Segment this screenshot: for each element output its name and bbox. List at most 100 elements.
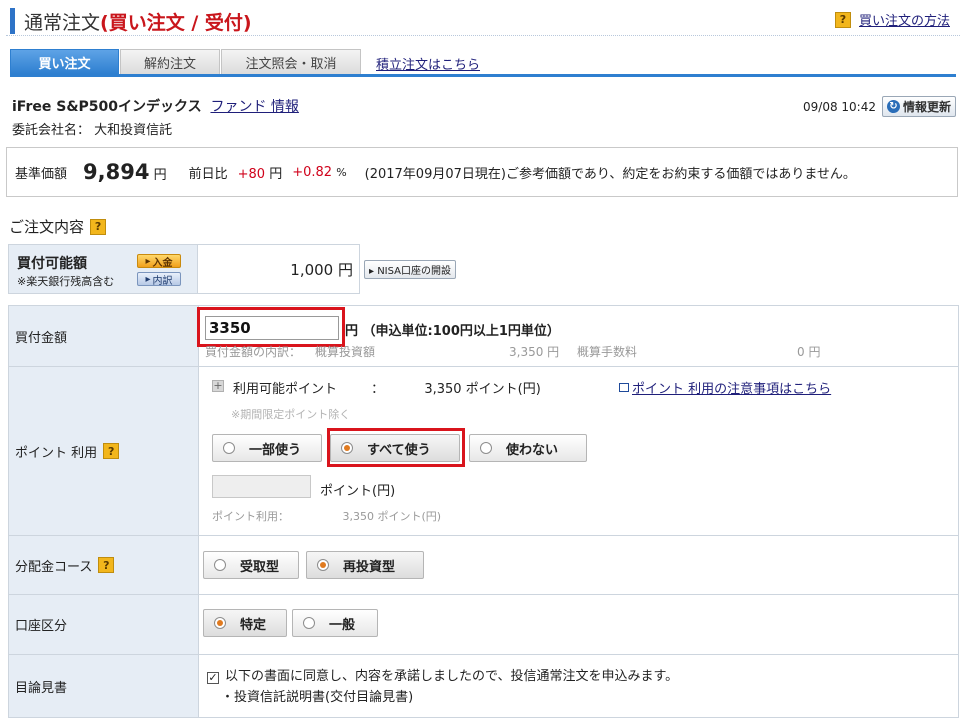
tab-buy-order[interactable]: 買い注文 — [10, 49, 119, 74]
points-option-partial-label: 一部使う — [249, 442, 302, 458]
prospectus-cell: ✓ 以下の書面に同意し、内容を承諾しましたので、投信通常注文を申込みます。 ・投資… — [199, 655, 958, 717]
radio-selected-icon — [214, 617, 226, 629]
refresh-button-label: 情報更新 — [902, 100, 951, 114]
page-title-bar: 通常注文(買い注文 / 受付) ? 買い注文の方法 — [6, 4, 960, 36]
refresh-icon: ↻ — [886, 100, 900, 113]
tab-cancel-order[interactable]: 解約注文 — [120, 49, 220, 74]
points-input-unit: ポイント(円) — [320, 484, 396, 499]
distribution-label: 分配金コース ? — [9, 536, 199, 594]
fund-info-link[interactable]: ファンド 情報 — [210, 99, 298, 115]
page-title-mode: (買い注文 / 受付) — [100, 12, 252, 34]
change-unit: 円 — [269, 166, 283, 182]
points-option-none[interactable]: 使わない — [469, 434, 587, 462]
arrow-right-icon: ▸ — [145, 255, 151, 267]
page-title: 通常注文(買い注文 / 受付) — [24, 8, 252, 35]
distribution-option-reinvest[interactable]: 再投資型 — [306, 551, 424, 579]
prospectus-label-text: 目論見書 — [15, 680, 68, 696]
prospectus-label: 目論見書 — [9, 655, 199, 717]
account-option-general-label: 一般 — [329, 617, 356, 633]
change-percent: +0.82 — [292, 164, 333, 180]
radio-icon — [303, 617, 315, 629]
points-note-link[interactable]: ポイント 利用の注意事項はこちら — [619, 378, 831, 397]
order-section-title: ご注文内容 — [9, 218, 85, 236]
nav-value: 9,894 — [83, 160, 150, 184]
external-window-icon — [619, 383, 629, 392]
deposit-button[interactable]: ▸ 入金 — [137, 254, 181, 269]
change-value: +80 — [237, 166, 266, 182]
question-icon[interactable]: ? — [103, 443, 120, 459]
arrow-right-icon: ▸ — [145, 273, 151, 285]
distribution-option-receive-label: 受取型 — [240, 559, 280, 575]
points-note-link-text[interactable]: ポイント 利用の注意事項はこちら — [632, 378, 831, 397]
amount-unit-note: 円 （申込単位:100円以上1円単位） — [345, 324, 560, 339]
fee-value: 0 円 — [797, 345, 821, 359]
available-amount-label-cell: 買付可能額 ※楽天銀行残高含む ▸ 入金 ▸ 内訳 — [8, 244, 198, 294]
breakdown-label: 買付金額の内訳： — [205, 345, 302, 359]
radio-icon — [480, 442, 492, 454]
account-option-specific[interactable]: 特定 — [203, 609, 287, 637]
change-label: 前日比 — [188, 166, 228, 182]
points-cell: + 利用可能ポイント ： 3,350 ポイント(円) ポイント 利用の注意事項は… — [199, 367, 958, 535]
invest-value: 3,350 円 — [509, 345, 560, 359]
amount-label: 買付金額 — [9, 306, 199, 366]
account-type-row: 口座区分 特定 一般 — [9, 595, 958, 655]
prospectus-agree-text: 以下の書面に同意し、内容を承諾しましたので、投信通常注文を申込みます。 — [225, 669, 679, 684]
prospectus-row: 目論見書 ✓ 以下の書面に同意し、内容を承諾しましたので、投信通常注文を申込みます… — [9, 655, 958, 717]
invest-label: 概算投資額 — [315, 345, 376, 359]
fund-name: iFree S&P500インデックス ファンド 情報 — [12, 96, 299, 116]
points-label: ポイント 利用 ? — [9, 367, 199, 535]
account-type-label-text: 口座区分 — [15, 619, 68, 634]
recurring-order-link[interactable]: 積立注文はこちら — [376, 54, 480, 73]
page-title-prefix: 通常注文 — [24, 12, 101, 34]
available-points-value: 3,350 ポイント(円) — [424, 382, 541, 397]
question-icon[interactable]: ? — [90, 218, 107, 235]
deposit-button-label: 入金 — [152, 257, 173, 269]
tab-order-inquiry[interactable]: 注文照会・取消 — [221, 49, 361, 74]
expand-plus-icon[interactable]: + — [212, 380, 224, 392]
available-amount-row: 買付可能額 ※楽天銀行残高含む ▸ 入金 ▸ 内訳 1,000 円 ▸ NISA口座… — [8, 244, 457, 294]
account-type-label: 口座区分 — [9, 595, 199, 654]
refresh-button[interactable]: ↻ 情報更新 — [881, 96, 956, 117]
title-accent-bar — [10, 8, 15, 34]
checkbox-checked-icon[interactable]: ✓ — [207, 672, 219, 684]
account-type-cell: 特定 一般 — [199, 595, 958, 654]
order-tabs: 買い注文 解約注文 注文照会・取消 積立注文はこちら — [10, 49, 956, 77]
nav-label: 基準価額 — [15, 166, 68, 182]
fund-company: 委託会社名： 大和投資信託 — [12, 123, 173, 138]
arrow-right-icon: ▸ — [369, 265, 378, 277]
radio-selected-icon — [341, 442, 353, 454]
amount-row: 買付金額 円 （申込単位:100円以上1円単位） 買付金額の内訳： 概算投資額 … — [9, 306, 958, 367]
points-option-none-label: 使わない — [506, 442, 559, 458]
distribution-cell: 受取型 再投資型 — [199, 536, 958, 594]
breakdown-button[interactable]: ▸ 内訳 — [137, 272, 181, 287]
amount-cell: 円 （申込単位:100円以上1円単位） 買付金額の内訳： 概算投資額 3,350… — [197, 306, 958, 366]
available-points-colon: ： — [371, 382, 385, 397]
order-section-heading: ご注文内容 ? — [9, 216, 107, 237]
nav-unit: 円 — [153, 168, 167, 183]
radio-icon — [214, 559, 226, 571]
nisa-open-button[interactable]: ▸ NISA口座の開設 — [364, 259, 457, 279]
radio-icon — [223, 442, 235, 454]
points-label-text: ポイント 利用 — [15, 445, 98, 461]
distribution-row: 分配金コース ? 受取型 再投資型 — [9, 536, 958, 595]
points-option-partial[interactable]: 一部使う — [212, 434, 322, 462]
account-option-general[interactable]: 一般 — [292, 609, 378, 637]
update-area: 09/08 10:42 ↻ 情報更新 — [803, 96, 956, 117]
points-usage: ポイント利用： 3,350 ポイント(円) — [212, 508, 441, 524]
question-icon[interactable]: ? — [98, 557, 115, 573]
distribution-option-receive[interactable]: 受取型 — [203, 551, 299, 579]
amount-input[interactable] — [205, 316, 339, 340]
distribution-label-text: 分配金コース — [15, 559, 93, 575]
points-option-all[interactable]: すべて使う — [330, 434, 460, 462]
prospectus-document: ・投資信託説明書(交付目論見書) — [221, 690, 414, 705]
points-exclude-note: ※期間限定ポイント除く — [231, 408, 351, 421]
available-amount-value: 1,000 円 — [198, 244, 360, 294]
nisa-open-button-label: NISA口座の開設 — [377, 265, 452, 277]
fee-label: 概算手数料 — [577, 345, 638, 359]
points-amount-input[interactable] — [212, 475, 311, 498]
points-option-all-label: すべて使う — [367, 442, 431, 458]
prospectus-agree[interactable]: ✓ 以下の書面に同意し、内容を承諾しましたので、投信通常注文を申込みます。 — [207, 665, 678, 684]
breakdown-button-label: 内訳 — [152, 275, 173, 287]
help-link-text[interactable]: 買い注文の方法 — [859, 10, 950, 29]
help-link[interactable]: ? 買い注文の方法 — [834, 10, 950, 29]
